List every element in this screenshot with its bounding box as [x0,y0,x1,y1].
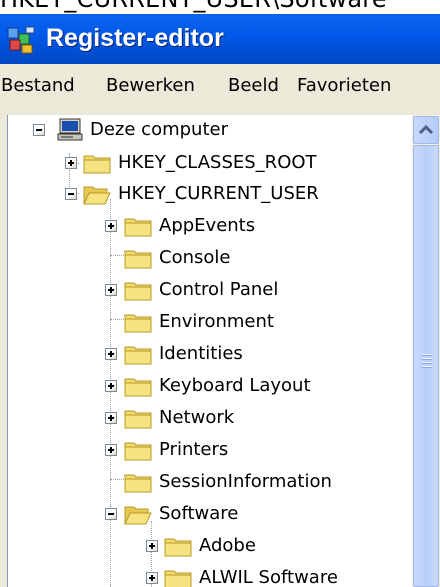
tree-item-identities[interactable]: Identities [8,338,408,368]
tree-item-control-panel[interactable]: Control Panel [8,274,408,304]
folder-icon [124,218,152,237]
tree-item-network[interactable]: Network [8,402,408,432]
tree-item-label: Keyboard Layout [159,375,311,396]
vertical-scrollbar[interactable] [412,115,440,587]
scrollbar-grip [422,358,432,360]
tree-item-label: Control Panel [159,279,279,300]
expand-toggle[interactable] [146,540,158,552]
collapse-toggle[interactable] [65,188,77,200]
tree-item-deze-computer[interactable]: Deze computer [8,115,408,145]
folder-icon [124,282,152,301]
expand-toggle[interactable] [105,284,117,296]
registry-tree[interactable]: Deze computer HKEY_CLASSES_ROOT HKEY_CUR… [8,115,412,587]
expand-toggle[interactable] [146,572,158,584]
expand-toggle[interactable] [65,157,77,169]
tree-item-label: Console [159,247,231,268]
tree-item-adobe[interactable]: Adobe [8,530,408,560]
scrollbar-grip [422,362,432,364]
window-title: Register-editor [46,24,224,52]
chevron-up-icon [418,124,434,135]
tree-item-alwil-software[interactable]: ALWIL Software [8,562,408,587]
folder-icon [124,474,152,493]
tree-item-environment[interactable]: Environment [8,306,408,336]
menu-beeld[interactable]: Beeld [228,64,279,108]
tree-item-label: Identities [159,343,243,364]
tree-item-label: Environment [159,311,274,332]
tree-item-label: Network [159,407,235,428]
collapse-toggle[interactable] [33,124,45,136]
tree-item-label: ALWIL Software [199,567,338,587]
folder-icon [124,250,152,269]
scroll-up-button[interactable] [413,116,439,144]
folder-icon [124,378,152,397]
expand-toggle[interactable] [105,444,117,456]
scrollbar-grip [422,354,432,356]
tree-item-software[interactable]: Software [8,498,408,528]
tree-item-label: Adobe [199,535,256,556]
folder-open-icon [83,186,111,205]
collapse-toggle[interactable] [105,508,117,520]
tree-item-label: SessionInformation [159,471,332,492]
folder-icon [124,442,152,461]
tree-item-label: Software [159,503,239,524]
computer-icon [57,118,83,141]
expand-toggle[interactable] [105,348,117,360]
registry-editor-icon [7,26,35,54]
tree-item-label: Deze computer [90,119,228,140]
folder-icon [124,410,152,429]
tree-item-printers[interactable]: Printers [8,434,408,464]
folder-icon [124,346,152,365]
tree-item-keyboard-layout[interactable]: Keyboard Layout [8,370,408,400]
panel-left-border [0,115,8,587]
cut-off-path-text: HKEY_CURRENT_USER\Software [0,0,440,14]
tree-item-label: AppEvents [159,215,256,236]
tree-item-appevents[interactable]: AppEvents [8,210,408,240]
menu-favorieten[interactable]: Favorieten [297,64,391,108]
folder-icon [164,538,192,557]
tree-item-console[interactable]: Console [8,242,408,272]
panel-border [0,108,440,115]
tree-item-hkey-classes-root[interactable]: HKEY_CLASSES_ROOT [8,147,408,177]
tree-item-label: HKEY_CURRENT_USER [118,183,319,204]
folder-icon [124,314,152,333]
tree-item-hkey-current-user[interactable]: HKEY_CURRENT_USER [8,178,408,208]
tree-item-label: HKEY_CLASSES_ROOT [118,152,317,173]
title-bar[interactable]: Register-editor [0,14,440,64]
menu-bestand[interactable]: Bestand [1,64,75,108]
menu-bar: Bestand Bewerken Beeld Favorieten [0,64,440,109]
expand-toggle[interactable] [105,380,117,392]
folder-icon [164,570,192,587]
folder-icon [83,155,111,174]
expand-toggle[interactable] [105,220,117,232]
scrollbar-grip [422,366,432,368]
tree-item-label: Printers [159,439,229,460]
tree-item-sessioninformation[interactable]: SessionInformation [8,466,408,496]
menu-bewerken[interactable]: Bewerken [106,64,195,108]
folder-open-icon [124,506,152,525]
scrollbar-thumb[interactable] [413,145,439,587]
expand-toggle[interactable] [105,412,117,424]
